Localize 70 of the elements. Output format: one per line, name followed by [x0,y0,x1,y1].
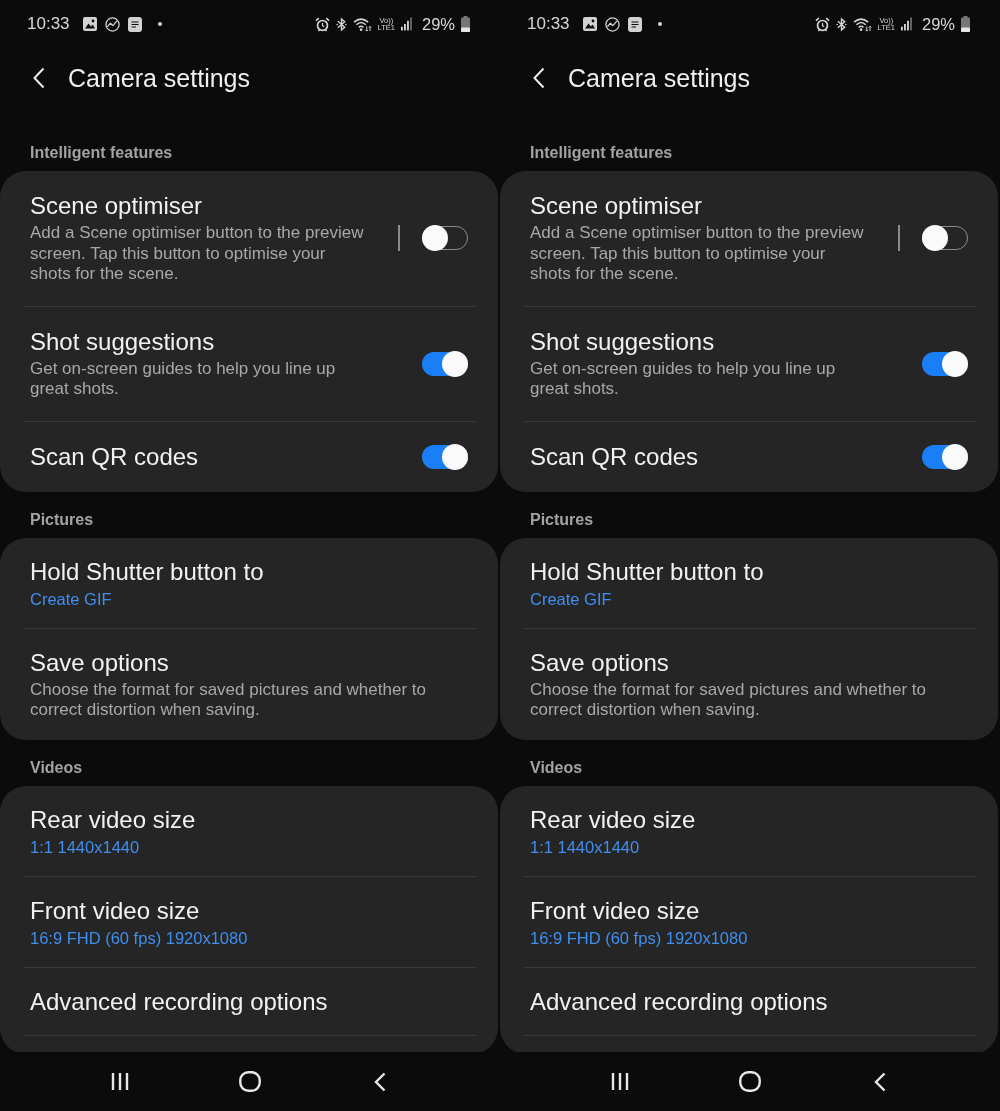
setting-title[interactable]: Scan QR codes [30,442,367,471]
recents-icon[interactable] [111,1072,129,1091]
toggle-switch[interactable] [922,443,968,470]
setting-value: 16:9 FHD (60 fps) 1920x1080 [530,927,749,948]
battery-percent: 29% [921,14,955,34]
bluetooth-icon [335,16,347,32]
setting-value: 1:1 1440x1440 [530,836,641,857]
home-icon[interactable] [239,1071,261,1092]
back-icon[interactable] [874,1071,886,1092]
chart-circle-icon [104,16,120,32]
setting-description: Add a Scene optimiser button to the preview screen. Tap this button to optimise your shots for the scene. [530,223,865,285]
section-header: Intelligent features [529,143,674,163]
setting-title[interactable]: Advanced recording options [30,987,476,1016]
setting-title[interactable]: Hold Shutter button to [30,557,476,586]
setting-value: 16:9 FHD (60 fps) 1920x1080 [30,927,249,948]
setting-title[interactable]: Scan QR codes [530,442,867,471]
setting-title[interactable]: Save options [530,648,976,677]
setting-title[interactable]: Front video size [530,896,976,925]
setting-title[interactable]: Scene optimiser [530,192,867,220]
chart-circle-icon [604,16,620,32]
recents-icon[interactable] [611,1072,629,1091]
signal-icon [900,17,912,31]
alarm-icon [814,16,830,32]
setting-title[interactable]: Rear video size [30,805,476,834]
wifi-icon [352,16,372,32]
home-icon[interactable] [739,1071,761,1092]
toggle-switch[interactable] [922,350,968,377]
setting-value: Create GIF [30,588,113,609]
note-icon [127,16,142,32]
section-header: Videos [529,757,584,778]
setting-description: Get on-screen guides to help you line up great shots. [30,358,337,400]
section-header: Pictures [529,509,595,530]
bluetooth-icon [835,16,847,32]
page-title: Camera settings [568,64,751,92]
setting-description: Choose the format for saved pictures and whether to correct distortion when saving. [530,679,927,721]
setting-title[interactable]: Advanced recording options [530,987,976,1016]
status-time: 10:33 [27,14,70,34]
gallery-icon [82,17,97,31]
signal-icon [400,17,412,31]
setting-description: Add a Scene optimiser button to the preview screen. Tap this button to optimise your shots for the scene. [30,223,365,285]
note-icon [627,16,642,32]
wifi-icon [852,16,872,32]
section-header: Pictures [29,509,95,530]
notification-dot-icon [657,22,662,26]
setting-title[interactable]: Save options [30,648,476,677]
page-title: Camera settings [68,64,251,92]
back-icon[interactable] [374,1071,386,1092]
setting-value: 1:1 1440x1440 [30,836,141,857]
gallery-icon [582,17,597,31]
back-icon[interactable] [533,67,545,89]
section-header: Intelligent features [29,143,174,163]
setting-title[interactable]: Shot suggestions [30,327,367,356]
setting-description: Get on-screen guides to help you line up great shots. [530,358,837,400]
battery-icon [461,16,470,32]
toggle-switch[interactable] [422,443,468,470]
section-header: Videos [29,757,84,778]
alarm-icon [314,16,330,32]
setting-title[interactable]: Front video size [30,896,476,925]
status-time: 10:33 [527,14,570,34]
notification-dot-icon [157,22,162,26]
setting-title[interactable]: Shot suggestions [530,327,867,356]
toggle-switch[interactable] [422,350,468,377]
setting-title[interactable]: Hold Shutter button to [530,557,976,586]
back-icon[interactable] [33,67,45,89]
battery-percent: 29% [421,14,455,34]
setting-description: Choose the format for saved pictures and whether to correct distortion when saving. [30,679,427,721]
setting-value: Create GIF [530,588,613,609]
battery-icon [961,16,970,32]
setting-title[interactable]: Scene optimiser [30,192,367,220]
setting-title[interactable]: Rear video size [530,805,976,834]
